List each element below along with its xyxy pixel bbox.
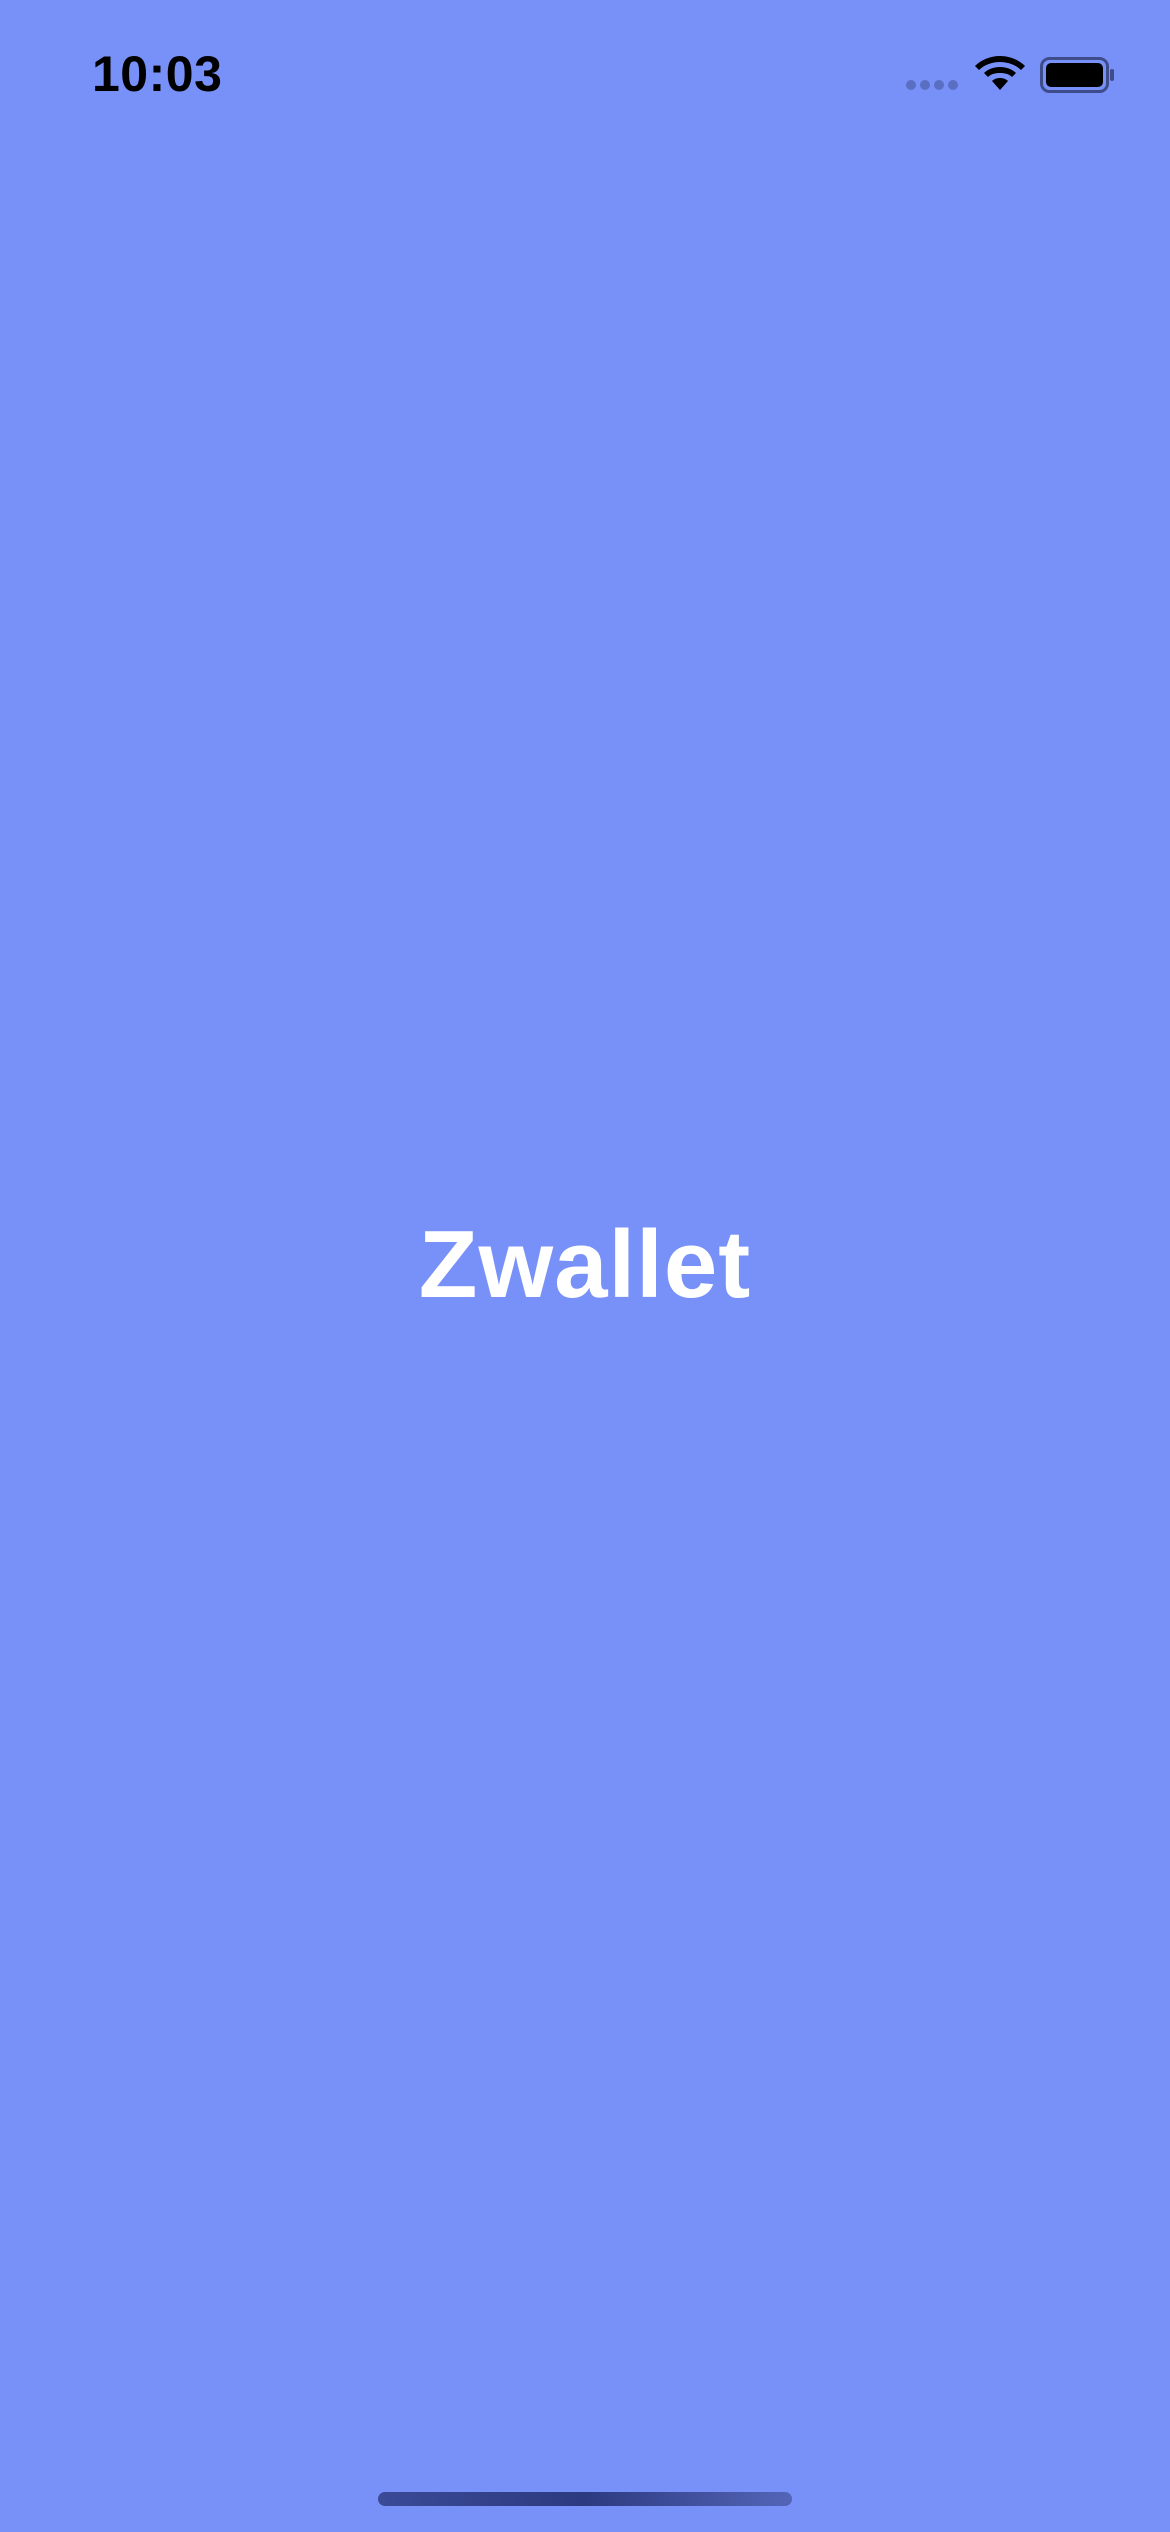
status-bar: 10:03	[0, 0, 1170, 150]
status-time: 10:03	[92, 46, 223, 102]
cellular-signal-icon	[906, 80, 958, 90]
home-indicator[interactable]	[378, 2492, 792, 2506]
app-title: Zwallet	[418, 1211, 752, 1318]
splash-screen: 10:03 Zwallet	[0, 0, 1170, 2532]
battery-icon	[1040, 57, 1114, 93]
wifi-icon	[975, 56, 1025, 90]
